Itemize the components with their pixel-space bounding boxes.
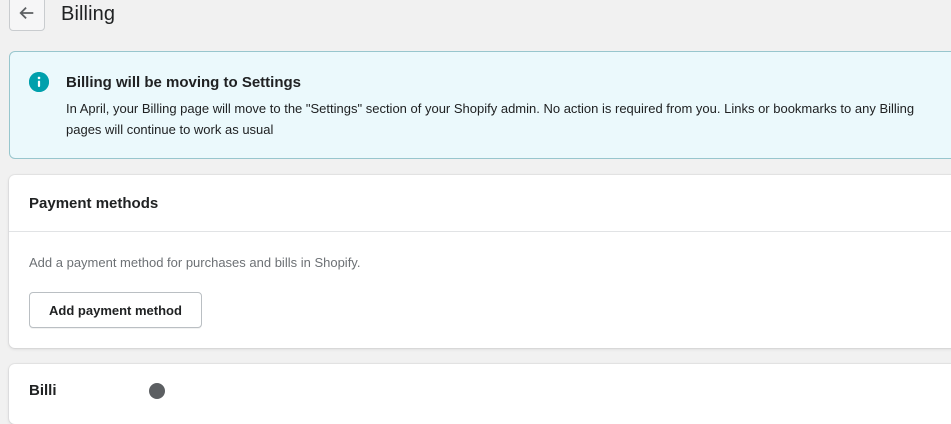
billing-section-title: Billi xyxy=(29,382,57,399)
arrow-left-icon xyxy=(19,6,34,19)
add-payment-method-button[interactable]: Add payment method xyxy=(29,292,202,328)
payment-methods-card: Payment methods Add a payment method for… xyxy=(9,175,951,348)
card-divider xyxy=(9,231,951,232)
payment-methods-title: Payment methods xyxy=(29,195,159,212)
page-title: Billing xyxy=(61,3,116,25)
help-icon[interactable] xyxy=(149,383,165,399)
back-button[interactable] xyxy=(9,0,45,31)
banner-text: In April, your Billing page will move to… xyxy=(66,101,915,137)
banner-title: Billing will be moving to Settings xyxy=(66,74,302,91)
info-banner: Billing will be moving to Settings In Ap… xyxy=(9,51,951,159)
info-icon xyxy=(29,72,49,92)
billing-section-card: Billi xyxy=(9,364,951,424)
page-header: Billing xyxy=(0,0,951,40)
payment-methods-description: Add a payment method for purchases and b… xyxy=(29,255,361,270)
